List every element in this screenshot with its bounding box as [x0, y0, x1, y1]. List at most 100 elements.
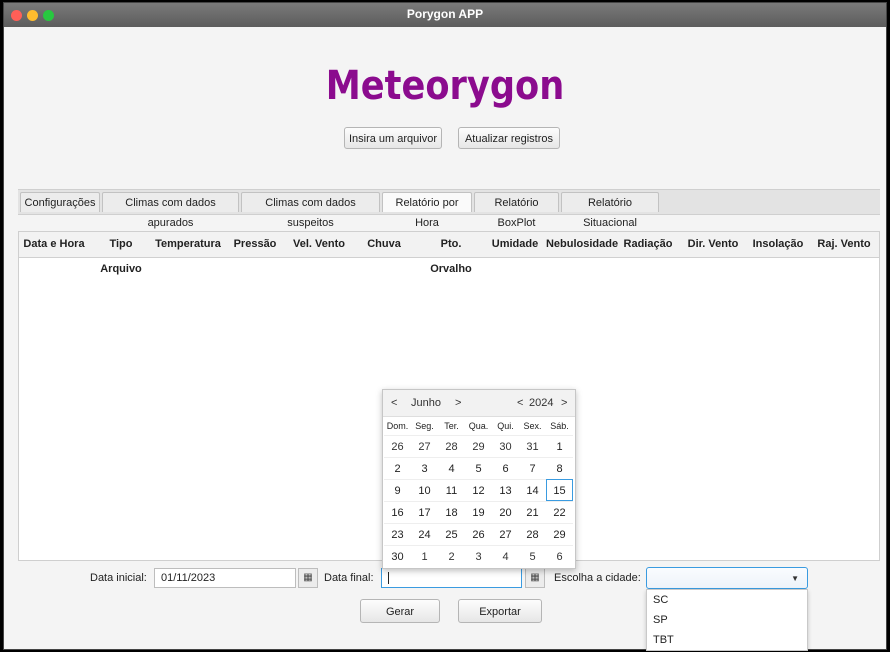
- calendar-day[interactable]: 26: [384, 435, 411, 457]
- column-header[interactable]: Temperatura: [153, 232, 223, 257]
- calendar-day[interactable]: 20: [492, 501, 519, 523]
- calendar-day[interactable]: 25: [438, 523, 465, 545]
- calendar-day[interactable]: 30: [492, 435, 519, 457]
- calendar-day[interactable]: 28: [519, 523, 546, 545]
- calendar-header: < Junho > < 2024 >: [383, 390, 575, 417]
- weekday-label: Ter.: [444, 421, 459, 431]
- calendar-day[interactable]: 21: [519, 501, 546, 523]
- city-dropdown: SC SP TBT: [646, 589, 808, 651]
- year-label: 2024: [529, 397, 554, 409]
- calendar-day[interactable]: 5: [519, 545, 546, 567]
- calendar-day[interactable]: 3: [465, 545, 492, 567]
- calendar-day[interactable]: 6: [546, 545, 573, 567]
- weekday-label: Qui.: [497, 421, 514, 431]
- calendar-day[interactable]: 2: [438, 545, 465, 567]
- calendar-day[interactable]: 5: [465, 457, 492, 479]
- calendar-day[interactable]: 7: [519, 457, 546, 479]
- calendar-day[interactable]: 1: [411, 545, 438, 567]
- update-records-button[interactable]: Atualizar registros: [458, 127, 560, 149]
- calendar-day[interactable]: 2: [384, 457, 411, 479]
- table-header: Data e Hora Tipo Arquivo Temperatura Pre…: [19, 232, 879, 275]
- next-year-button[interactable]: >: [561, 390, 567, 416]
- city-option[interactable]: TBT: [653, 630, 674, 650]
- column-header[interactable]: Tipo Arquivo: [89, 232, 153, 275]
- tab-relatorio-situacional[interactable]: Relatório Situacional: [561, 192, 659, 229]
- window-title: Porygon APP: [406, 7, 484, 21]
- calendar-day[interactable]: 16: [384, 501, 411, 523]
- calendar-day[interactable]: 28: [438, 435, 465, 457]
- app-window: Porygon APP Meteorygon Insira um arquivo…: [3, 2, 887, 651]
- weekday-label: Sex.: [523, 421, 542, 431]
- calendar-day[interactable]: 27: [492, 523, 519, 545]
- tab-climas-suspeitos[interactable]: Climas com dados suspeitos: [241, 192, 380, 229]
- weekday-label: Qua.: [468, 421, 489, 431]
- calendar-day[interactable]: 12: [465, 479, 492, 501]
- calendar-day[interactable]: 29: [546, 523, 573, 545]
- column-header[interactable]: Nebulosidade: [545, 232, 619, 257]
- weekday-label: Dom.: [386, 421, 409, 431]
- start-date-field[interactable]: 01/11/2023: [154, 568, 296, 588]
- calendar-day[interactable]: 24: [411, 523, 438, 545]
- calendar-day[interactable]: 31: [519, 435, 546, 457]
- calendar-day[interactable]: 23: [384, 523, 411, 545]
- column-header[interactable]: Pto. Orvalho: [419, 232, 483, 275]
- calendar-day[interactable]: 1: [546, 435, 573, 457]
- calendar-day[interactable]: 26: [465, 523, 492, 545]
- calendar-day[interactable]: 10: [411, 479, 438, 501]
- tab-relatorio-hora[interactable]: Relatório por Hora: [382, 192, 472, 229]
- maximize-window-button[interactable]: [43, 10, 54, 21]
- column-header[interactable]: Insolação: [747, 232, 809, 257]
- tab-climas-apurados[interactable]: Climas com dados apurados: [102, 192, 239, 229]
- calendar-day[interactable]: 15: [546, 479, 573, 501]
- city-option[interactable]: SC: [653, 590, 668, 610]
- calendar-day[interactable]: 14: [519, 479, 546, 501]
- column-header[interactable]: Vel. Vento: [287, 232, 351, 257]
- tab-relatorio-boxplot[interactable]: Relatório BoxPlot: [474, 192, 559, 229]
- end-date-field[interactable]: [381, 568, 522, 588]
- insert-file-button[interactable]: Insira um arquivor: [344, 127, 442, 149]
- end-date-label: Data final:: [324, 572, 374, 584]
- calendar-day[interactable]: 4: [438, 457, 465, 479]
- calendar-day[interactable]: 4: [492, 545, 519, 567]
- weekday-label: Seg.: [415, 421, 434, 431]
- calendar-day[interactable]: 3: [411, 457, 438, 479]
- date-picker-popup: < Junho > < 2024 > Dom. Seg. Ter. Qua. Qui. S…: [382, 389, 576, 569]
- city-select[interactable]: ▼: [646, 567, 808, 589]
- city-option[interactable]: SP: [653, 610, 668, 630]
- month-label: Junho: [411, 397, 441, 409]
- column-header[interactable]: Data e Hora: [23, 232, 85, 257]
- column-header[interactable]: Radiação: [619, 232, 677, 257]
- column-header[interactable]: Dir. Vento: [679, 232, 747, 257]
- calendar-day[interactable]: 13: [492, 479, 519, 501]
- column-header[interactable]: Raj. Vento: [811, 232, 877, 257]
- calendar-day[interactable]: 30: [384, 545, 411, 567]
- column-header[interactable]: Umidade: [485, 232, 545, 257]
- calendar-day[interactable]: 17: [411, 501, 438, 523]
- calendar-day[interactable]: 8: [546, 457, 573, 479]
- city-label: Escolha a cidade:: [554, 572, 641, 584]
- column-header[interactable]: Pressão: [225, 232, 285, 257]
- calendar-day[interactable]: 9: [384, 479, 411, 501]
- calendar-icon[interactable]: ▦: [298, 568, 318, 588]
- calendar-day[interactable]: 27: [411, 435, 438, 457]
- minimize-window-button[interactable]: [27, 10, 38, 21]
- calendar-day[interactable]: 22: [546, 501, 573, 523]
- generate-button[interactable]: Gerar: [360, 599, 440, 623]
- weekday-label: Sáb.: [550, 421, 569, 431]
- prev-year-button[interactable]: <: [517, 390, 523, 416]
- column-header[interactable]: Chuva: [351, 232, 417, 257]
- start-date-label: Data inicial:: [90, 572, 147, 584]
- prev-month-button[interactable]: <: [391, 390, 397, 416]
- title-bar: Porygon APP: [4, 3, 886, 27]
- chevron-down-icon: ▼: [791, 574, 799, 583]
- export-button[interactable]: Exportar: [458, 599, 542, 623]
- calendar-day[interactable]: 19: [465, 501, 492, 523]
- close-window-button[interactable]: [11, 10, 22, 21]
- next-month-button[interactable]: >: [455, 390, 461, 416]
- calendar-day[interactable]: 29: [465, 435, 492, 457]
- tab-configuracoes[interactable]: Configurações: [20, 192, 100, 212]
- calendar-day[interactable]: 18: [438, 501, 465, 523]
- calendar-day[interactable]: 11: [438, 479, 465, 501]
- calendar-icon[interactable]: ▦: [525, 568, 545, 588]
- calendar-day[interactable]: 6: [492, 457, 519, 479]
